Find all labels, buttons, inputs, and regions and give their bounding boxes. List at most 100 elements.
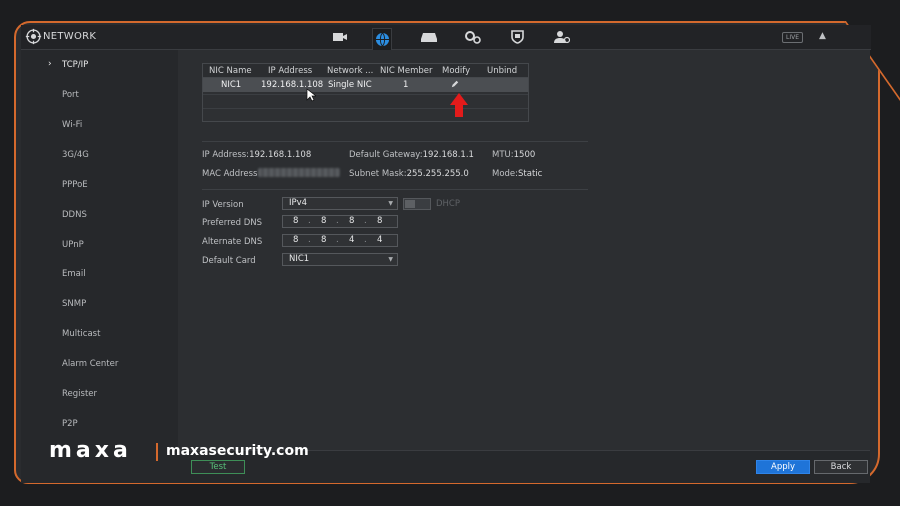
sidebar-item-label: Port <box>62 90 79 100</box>
user-icon[interactable]: ▲ <box>819 31 826 41</box>
mtu-label: MTU: <box>492 150 514 160</box>
ip-octet: 8 <box>321 235 327 245</box>
sidebar: › TCP/IP Port Wi-Fi 3G/4G PPPoE DDNS UPn… <box>21 50 178 483</box>
sidebar-item-label: Wi-Fi <box>62 120 83 130</box>
back-button[interactable]: Back <box>814 460 868 474</box>
cell-nic-name: NIC1 <box>221 80 242 90</box>
table-header: NIC Name IP Address Network ... NIC Memb… <box>203 64 528 78</box>
toggle-knob <box>405 200 415 208</box>
edit-pencil-icon[interactable] <box>451 80 459 88</box>
gateway-value: 192.168.1.1 <box>422 150 474 160</box>
mtu-value: 1500 <box>513 150 536 160</box>
ip-octet: 4 <box>349 235 355 245</box>
ip-address-value: 192.168.1.108 <box>249 150 312 160</box>
nic-table: NIC Name IP Address Network ... NIC Memb… <box>202 63 529 122</box>
mac-label: MAC Address <box>202 169 258 179</box>
sidebar-item-label: DDNS <box>62 210 87 220</box>
sidebar-item-wifi[interactable]: Wi-Fi <box>21 116 178 136</box>
network-globe-icon[interactable] <box>372 28 392 50</box>
sidebar-item-p2p[interactable]: P2P <box>21 415 178 435</box>
sidebar-item-label: 3G/4G <box>62 150 89 160</box>
ip-octet: 8 <box>349 216 355 226</box>
ip-dot: . <box>308 216 311 226</box>
alternate-dns-label: Alternate DNS <box>202 237 263 247</box>
screen: NETWORK LIVE ▲ › TCP/IP Port Wi-Fi 3G/4G <box>0 0 900 506</box>
ip-octet: 8 <box>377 216 383 226</box>
sidebar-item-label: UPnP <box>62 240 84 250</box>
top-bar: NETWORK LIVE ▲ <box>21 25 871 50</box>
ip-dot: . <box>364 235 367 245</box>
mac-address-blurred <box>258 168 340 177</box>
chevron-down-icon: ▼ <box>388 200 393 207</box>
ip-octet: 8 <box>293 235 299 245</box>
ip-version-select[interactable]: IPv4 ▼ <box>282 197 398 210</box>
ip-address-info: IP Address:192.168.1.108 <box>202 150 311 160</box>
chevron-right-icon: › <box>48 59 52 69</box>
alternate-dns-input[interactable]: 8 . 8 . 4 . 4 <box>282 234 398 247</box>
settings-icon[interactable] <box>463 28 483 46</box>
security-shield-icon[interactable] <box>507 28 527 46</box>
sidebar-item-upnp[interactable]: UPnP <box>21 236 178 256</box>
col-nic-name: NIC Name <box>209 66 252 76</box>
sidebar-item-label: PPPoE <box>62 180 88 190</box>
watermark: maxa maxasecurity.com <box>49 438 309 464</box>
ip-address-label: IP Address: <box>202 150 250 160</box>
ip-octet: 8 <box>321 216 327 226</box>
sidebar-item-port[interactable]: Port <box>21 86 178 106</box>
sidebar-item-ddns[interactable]: DDNS <box>21 206 178 226</box>
subnet-label: Subnet Mask: <box>349 169 407 179</box>
sidebar-item-label: Email <box>62 269 86 279</box>
apply-button[interactable]: Apply <box>756 460 810 474</box>
divider <box>202 189 588 190</box>
red-arrow-icon <box>450 93 468 117</box>
ip-octet: 8 <box>293 216 299 226</box>
ip-dot: . <box>336 235 339 245</box>
network-settings-icon <box>25 28 42 45</box>
sidebar-item-pppoe[interactable]: PPPoE <box>21 176 178 196</box>
sidebar-item-label: Alarm Center <box>62 359 119 369</box>
sidebar-item-alarm-center[interactable]: Alarm Center <box>21 355 178 375</box>
default-card-select[interactable]: NIC1 ▼ <box>282 253 398 266</box>
sidebar-item-register[interactable]: Register <box>21 385 178 405</box>
ip-dot: . <box>336 216 339 226</box>
cell-nic-member: 1 <box>403 80 409 90</box>
col-nic-member: NIC Member <box>380 66 433 76</box>
sidebar-item-multicast[interactable]: Multicast <box>21 325 178 345</box>
ip-version-label: IP Version <box>202 200 244 210</box>
sidebar-item-3g4g[interactable]: 3G/4G <box>21 146 178 166</box>
mouse-cursor-icon <box>306 88 316 102</box>
ip-octet: 4 <box>377 235 383 245</box>
page-title: NETWORK <box>43 31 97 42</box>
col-ip-address: IP Address <box>268 66 313 76</box>
sidebar-item-label: Multicast <box>62 329 101 339</box>
dhcp-toggle[interactable] <box>403 198 431 210</box>
sidebar-item-tcp-ip[interactable]: › TCP/IP <box>21 56 178 76</box>
storage-icon[interactable] <box>419 28 439 46</box>
mtu-info: MTU:1500 <box>492 150 535 160</box>
subnet-value: 255.255.255.0 <box>406 169 469 179</box>
watermark-site: maxasecurity.com <box>166 443 309 459</box>
preferred-dns-input[interactable]: 8 . 8 . 8 . 8 <box>282 215 398 228</box>
table-row[interactable]: NIC1 192.168.1.108 Single NIC 1 <box>203 78 528 92</box>
divider <box>202 141 588 142</box>
sidebar-item-label: Register <box>62 389 97 399</box>
sidebar-item-email[interactable]: Email <box>21 265 178 285</box>
col-network: Network ... <box>327 66 374 76</box>
row-divider <box>203 94 528 95</box>
preferred-dns-label: Preferred DNS <box>202 218 263 228</box>
watermark-brand: maxa <box>49 438 132 463</box>
mac-info: MAC Address <box>202 169 258 179</box>
sidebar-item-label: P2P <box>62 419 78 429</box>
camera-icon[interactable] <box>330 28 350 46</box>
sidebar-item-label: SNMP <box>62 299 87 309</box>
sidebar-item-snmp[interactable]: SNMP <box>21 295 178 315</box>
dhcp-label: DHCP <box>436 199 460 209</box>
account-icon[interactable] <box>552 28 572 46</box>
subnet-info: Subnet Mask:255.255.255.0 <box>349 169 469 179</box>
ip-dot: . <box>308 235 311 245</box>
default-card-value: NIC1 <box>289 254 310 264</box>
live-button[interactable]: LIVE <box>782 32 804 43</box>
ip-dot: . <box>364 216 367 226</box>
row-divider <box>203 108 528 109</box>
cell-network: Single NIC <box>328 80 372 90</box>
